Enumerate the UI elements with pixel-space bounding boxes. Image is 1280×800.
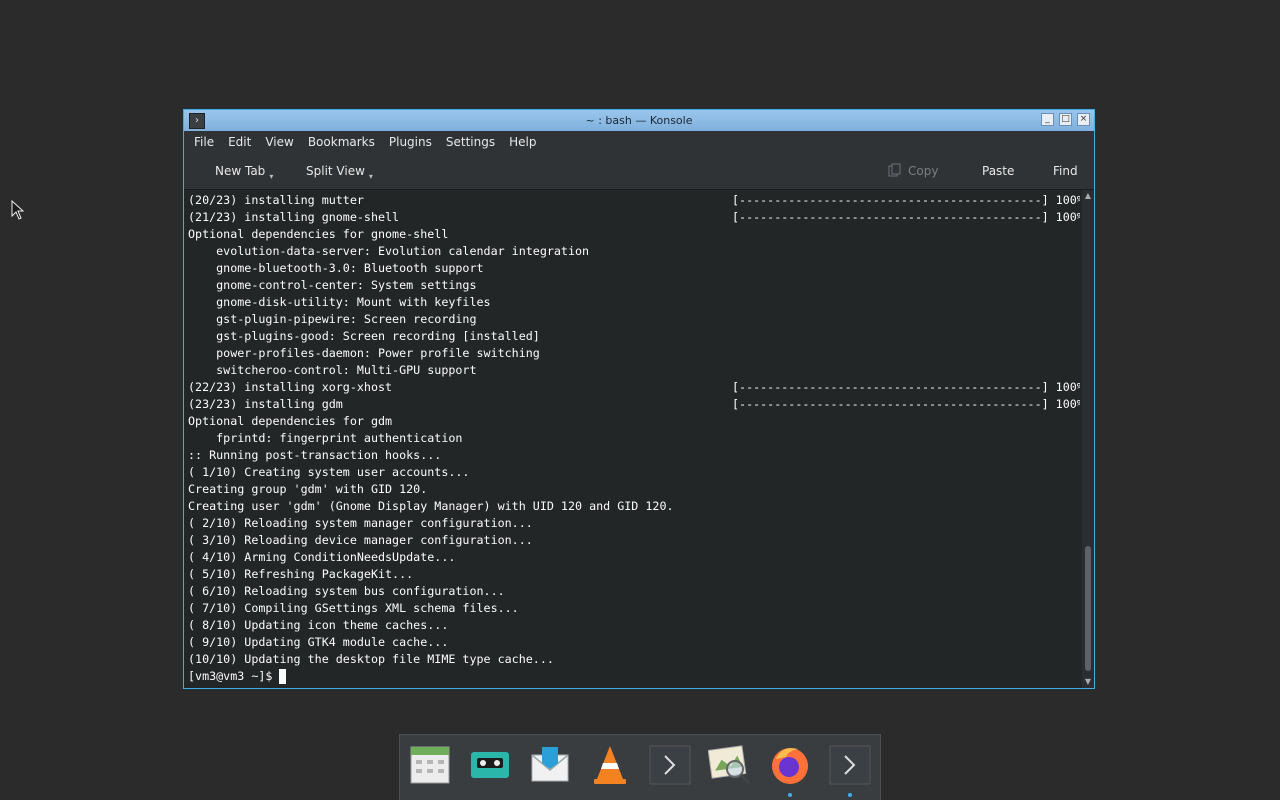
progress-bar-text: [---------------------------------------…	[732, 397, 1080, 411]
terminal-line: (21/23) installing gnome-shell	[188, 210, 400, 224]
menu-bookmarks[interactable]: Bookmarks	[308, 135, 375, 149]
menu-settings[interactable]: Settings	[446, 135, 495, 149]
terminal-line: ( 2/10) Reloading system manager configu…	[188, 516, 533, 530]
terminal-line: :: Running post-transaction hooks...	[188, 448, 442, 462]
new-tab-button[interactable]: New Tab ▾	[215, 153, 273, 189]
maximize-button[interactable]: □	[1059, 113, 1072, 126]
copy-button[interactable]: Copy	[888, 153, 938, 189]
minimize-button[interactable]: _	[1041, 113, 1054, 126]
scroll-down-icon[interactable]: ▼	[1082, 676, 1094, 688]
running-indicator	[788, 793, 792, 797]
mail-client-icon[interactable]	[528, 743, 572, 787]
terminal-line: (23/23) installing gdm	[188, 397, 343, 411]
taskbar	[399, 734, 881, 800]
terminal-line: fprintd: fingerprint authentication	[188, 431, 463, 445]
terminal-line: ( 5/10) Refreshing PackageKit...	[188, 567, 414, 581]
terminal-line: ( 7/10) Compiling GSettings XML schema f…	[188, 601, 519, 615]
progress-bar-text: [---------------------------------------…	[732, 210, 1080, 224]
terminal-line: ( 1/10) Creating system user accounts...	[188, 465, 470, 479]
vlc-icon[interactable]	[588, 743, 632, 787]
scroll-up-icon[interactable]: ▲	[1082, 190, 1094, 202]
menu-bar: File Edit View Bookmarks Plugins Setting…	[184, 131, 1094, 153]
terminal-line: ( 6/10) Reloading system bus configurati…	[188, 584, 505, 598]
terminal-line: evolution-data-server: Evolution calenda…	[188, 244, 590, 258]
firefox-icon[interactable]	[768, 743, 812, 797]
terminal-line: gst-plugin-pipewire: Screen recording	[188, 312, 477, 326]
scrollbar-thumb[interactable]	[1085, 546, 1091, 671]
terminal-icon[interactable]	[648, 743, 692, 787]
find-label: Find	[1053, 164, 1078, 178]
window-title: ~ : bash — Konsole	[585, 114, 693, 127]
terminal-line: Creating group 'gdm' with GID 120.	[188, 482, 428, 496]
terminal-caret	[279, 669, 286, 684]
toolbar: New Tab ▾ Split View ▾ Copy Paste Find	[184, 153, 1094, 190]
menu-view[interactable]: View	[265, 135, 293, 149]
terminal-line: ( 9/10) Updating GTK4 module cache...	[188, 635, 449, 649]
terminal-line: (22/23) installing xorg-xhost	[188, 380, 393, 394]
terminal-line: (20/23) installing mutter	[188, 193, 364, 207]
paste-label: Paste	[982, 164, 1015, 178]
menu-plugins[interactable]: Plugins	[389, 135, 432, 149]
chevron-down-icon: ▾	[269, 172, 274, 181]
title-bar[interactable]: › ~ : bash — Konsole _ □ ×	[184, 110, 1094, 132]
split-view-button[interactable]: Split View ▾	[306, 153, 373, 189]
menu-help[interactable]: Help	[509, 135, 536, 149]
close-button[interactable]: ×	[1077, 113, 1090, 126]
terminal-scrollbar[interactable]: ▲ ▼	[1082, 190, 1094, 688]
terminal-line: gnome-disk-utility: Mount with keyfiles	[188, 295, 491, 309]
mouse-cursor-icon	[11, 200, 25, 220]
terminal-line: gst-plugins-good: Screen recording [inst…	[188, 329, 540, 343]
terminal-line: ( 8/10) Updating icon theme caches...	[188, 618, 449, 632]
running-indicator	[848, 793, 852, 797]
terminal-line: ( 4/10) Arming ConditionNeedsUpdate...	[188, 550, 456, 564]
terminal-line: Creating user 'gdm' (Gnome Display Manag…	[188, 499, 674, 513]
split-view-label: Split View	[306, 164, 365, 178]
terminal-line: Optional dependencies for gnome-shell	[188, 227, 449, 241]
progress-bar-text: [---------------------------------------…	[732, 193, 1080, 207]
konsole-window: › ~ : bash — Konsole _ □ × File Edit Vie…	[183, 109, 1095, 689]
konsole-icon[interactable]	[828, 743, 872, 797]
calendar-app-icon[interactable]	[408, 743, 452, 787]
terminal-line: (10/10) Updating the desktop file MIME t…	[188, 652, 554, 666]
progress-bar-text: [---------------------------------------…	[732, 380, 1080, 394]
find-button[interactable]: Find	[1053, 153, 1078, 189]
terminal-line: ( 3/10) Reloading device manager configu…	[188, 533, 533, 547]
shell-prompt: [vm3@vm3 ~]$	[188, 669, 280, 683]
terminal-line: gnome-bluetooth-3.0: Bluetooth support	[188, 261, 484, 275]
copy-label: Copy	[908, 164, 939, 178]
image-viewer-icon[interactable]	[707, 743, 752, 787]
chevron-down-icon: ▾	[368, 172, 373, 181]
paste-button[interactable]: Paste	[982, 153, 1014, 189]
terminal-output[interactable]: (20/23) installing mutter (21/23) install…	[184, 190, 1080, 688]
terminal-line: gnome-control-center: System settings	[188, 278, 477, 292]
terminal-line: switcheroo-control: Multi-GPU support	[188, 363, 477, 377]
menu-file[interactable]: File	[194, 135, 214, 149]
menu-edit[interactable]: Edit	[228, 135, 251, 149]
new-tab-label: New Tab	[215, 164, 266, 178]
terminal-line: power-profiles-daemon: Power profile swi…	[188, 346, 540, 360]
copy-icon	[888, 163, 901, 177]
cassette-player-icon[interactable]	[468, 743, 512, 787]
terminal-line: Optional dependencies for gdm	[188, 414, 393, 428]
